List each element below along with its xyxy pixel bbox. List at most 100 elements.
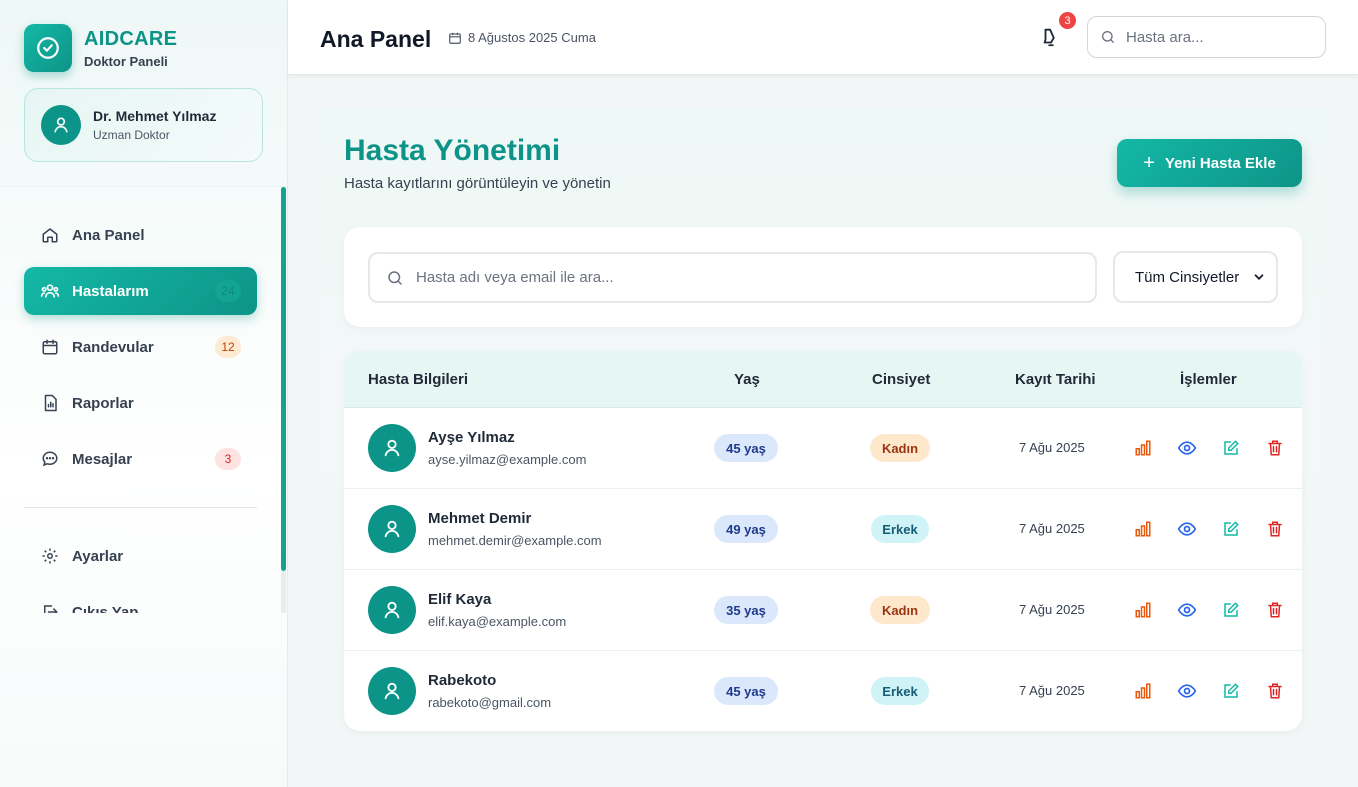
sidebar-item-ana-panel[interactable]: Ana Panel bbox=[24, 211, 257, 259]
table-row[interactable]: Ayşe Yılmaz ayse.yilmaz@example.com 45 y… bbox=[344, 408, 1302, 489]
column-header-actions: İşlemler bbox=[1180, 371, 1237, 388]
sidebar-item-label: Ana Panel bbox=[72, 226, 145, 244]
patient-name: Mehmet Demir bbox=[428, 510, 532, 527]
column-header-age: Yaş bbox=[734, 371, 760, 388]
column-header-patient: Hasta Bilgileri bbox=[368, 371, 469, 388]
patient-email: mehmet.demir@example.com bbox=[428, 533, 602, 548]
message-icon bbox=[40, 449, 60, 469]
sidebar-item-label: Hastalarım bbox=[72, 282, 149, 300]
registration-date: 7 Ağu 2025 bbox=[1019, 440, 1085, 455]
gender-filter-value: Tüm Cinsiyetler bbox=[1135, 268, 1240, 286]
chart-icon[interactable] bbox=[1133, 438, 1153, 458]
table-header: Hasta Bilgileri Yaş Cinsiyet Kayıt Tarih… bbox=[344, 351, 1302, 408]
patient-avatar-icon bbox=[368, 586, 416, 634]
top-bar: Ana Panel 8 Ağustos 2025 Cuma 3 bbox=[288, 0, 1358, 75]
home-icon bbox=[40, 225, 60, 245]
view-icon[interactable] bbox=[1177, 681, 1197, 701]
patient-name: Ayşe Yılmaz bbox=[428, 429, 515, 446]
delete-icon[interactable] bbox=[1265, 519, 1285, 539]
users-icon bbox=[40, 281, 60, 301]
sidebar-item-label: Çıkış Yap bbox=[72, 603, 139, 614]
delete-icon[interactable] bbox=[1265, 681, 1285, 701]
chart-icon[interactable] bbox=[1133, 600, 1153, 620]
patient-avatar-icon bbox=[368, 667, 416, 715]
patient-email: rabekoto@gmail.com bbox=[428, 695, 552, 710]
sidebar-item-label: Ayarlar bbox=[72, 547, 124, 565]
chevron-down-icon bbox=[1254, 274, 1264, 280]
patient-email: elif.kaya@example.com bbox=[428, 614, 567, 629]
table-row[interactable]: Mehmet Demir mehmet.demir@example.com 49… bbox=[344, 489, 1302, 570]
sidebar-scrollbar[interactable] bbox=[281, 187, 286, 571]
filter-card: Tüm Cinsiyetler bbox=[344, 227, 1302, 327]
user-profile-card[interactable]: Dr. Mehmet Yılmaz Uzman Doktor bbox=[24, 88, 263, 162]
patient-email: ayse.yilmaz@example.com bbox=[428, 452, 587, 467]
add-patient-button[interactable]: + Yeni Hasta Ekle bbox=[1117, 139, 1302, 187]
user-avatar-icon bbox=[41, 105, 81, 145]
edit-icon[interactable] bbox=[1221, 519, 1241, 539]
patient-avatar-icon bbox=[368, 424, 416, 472]
view-icon[interactable] bbox=[1177, 438, 1197, 458]
nav-divider bbox=[24, 507, 257, 508]
logout-icon bbox=[40, 602, 60, 613]
registration-date: 7 Ağu 2025 bbox=[1019, 602, 1085, 617]
sidebar-item-ayarlar[interactable]: Ayarlar bbox=[24, 532, 257, 580]
edit-icon[interactable] bbox=[1221, 681, 1241, 701]
search-icon bbox=[388, 270, 402, 285]
report-icon bbox=[40, 393, 60, 413]
sidebar-item-raporlar[interactable]: Raporlar bbox=[24, 379, 257, 427]
sidebar-item-randevular[interactable]: Randevular 12 bbox=[24, 323, 257, 371]
sidebar: AIDCARE Doktor Paneli Dr. Mehmet Yılmaz … bbox=[0, 0, 288, 787]
brand: AIDCARE Doktor Paneli bbox=[24, 24, 177, 72]
delete-icon[interactable] bbox=[1265, 438, 1285, 458]
calendar-icon bbox=[40, 337, 60, 357]
gender-badge: Kadın bbox=[870, 434, 930, 462]
view-icon[interactable] bbox=[1177, 600, 1197, 620]
calendar-icon bbox=[449, 32, 461, 44]
page-title: Ana Panel bbox=[320, 26, 432, 52]
age-badge: 35 yaş bbox=[714, 596, 778, 624]
edit-icon[interactable] bbox=[1221, 600, 1241, 620]
chart-icon[interactable] bbox=[1133, 681, 1153, 701]
current-date-text: 8 Ağustos 2025 Cuma bbox=[468, 30, 596, 45]
notification-bell-icon[interactable] bbox=[1040, 26, 1064, 50]
sidebar-scroll-track bbox=[281, 571, 286, 613]
brand-subtitle: Doktor Paneli bbox=[84, 53, 168, 69]
sidebar-item-logout[interactable]: Çıkış Yap bbox=[24, 588, 257, 613]
search-icon bbox=[1102, 31, 1114, 43]
header-search[interactable] bbox=[1087, 16, 1326, 58]
sidebar-item-label: Randevular bbox=[72, 338, 154, 356]
appointments-count-badge: 12 bbox=[215, 336, 241, 358]
patient-name: Elif Kaya bbox=[428, 591, 492, 608]
delete-icon[interactable] bbox=[1265, 600, 1285, 620]
edit-icon[interactable] bbox=[1221, 438, 1241, 458]
patients-count-badge: 24 bbox=[215, 280, 241, 302]
sidebar-item-mesajlar[interactable]: Mesajlar 3 bbox=[24, 435, 257, 483]
current-date: 8 Ağustos 2025 Cuma bbox=[448, 30, 596, 45]
patient-search-input[interactable] bbox=[416, 269, 1056, 286]
section-subtitle: Hasta kayıtlarını görüntüleyin ve yöneti… bbox=[344, 175, 611, 192]
sidebar-item-label: Mesajlar bbox=[72, 450, 133, 468]
sidebar-item-label: Raporlar bbox=[72, 394, 134, 412]
gender-badge: Kadın bbox=[870, 596, 930, 624]
gender-filter-select[interactable]: Tüm Cinsiyetler bbox=[1113, 251, 1278, 303]
column-header-gender: Cinsiyet bbox=[872, 371, 931, 388]
user-name: Dr. Mehmet Yılmaz bbox=[93, 108, 217, 124]
view-icon[interactable] bbox=[1177, 519, 1197, 539]
patients-table: Hasta Bilgileri Yaş Cinsiyet Kayıt Tarih… bbox=[344, 351, 1302, 731]
age-badge: 45 yaş bbox=[714, 434, 778, 462]
sidebar-item-hastalarim[interactable]: Hastalarım 24 bbox=[24, 267, 257, 315]
patient-search[interactable] bbox=[368, 252, 1097, 303]
patient-name: Rabekoto bbox=[428, 672, 497, 689]
patient-avatar-icon bbox=[368, 505, 416, 553]
table-row[interactable]: Elif Kaya elif.kaya@example.com 35 yaş K… bbox=[344, 570, 1302, 651]
gear-icon bbox=[40, 546, 60, 566]
table-row[interactable]: Rabekoto rabekoto@gmail.com 45 yaş Erkek… bbox=[344, 651, 1302, 731]
registration-date: 7 Ağu 2025 bbox=[1019, 521, 1085, 536]
chart-icon[interactable] bbox=[1133, 519, 1153, 539]
user-role: Uzman Doktor bbox=[93, 128, 170, 142]
sidebar-nav: Ana Panel Hastalarım 24 Randevular 12 Ra… bbox=[0, 187, 288, 613]
gender-badge: Erkek bbox=[871, 515, 929, 543]
header-search-input[interactable] bbox=[1126, 28, 1306, 46]
gender-badge: Erkek bbox=[871, 677, 929, 705]
age-badge: 45 yaş bbox=[714, 677, 778, 705]
